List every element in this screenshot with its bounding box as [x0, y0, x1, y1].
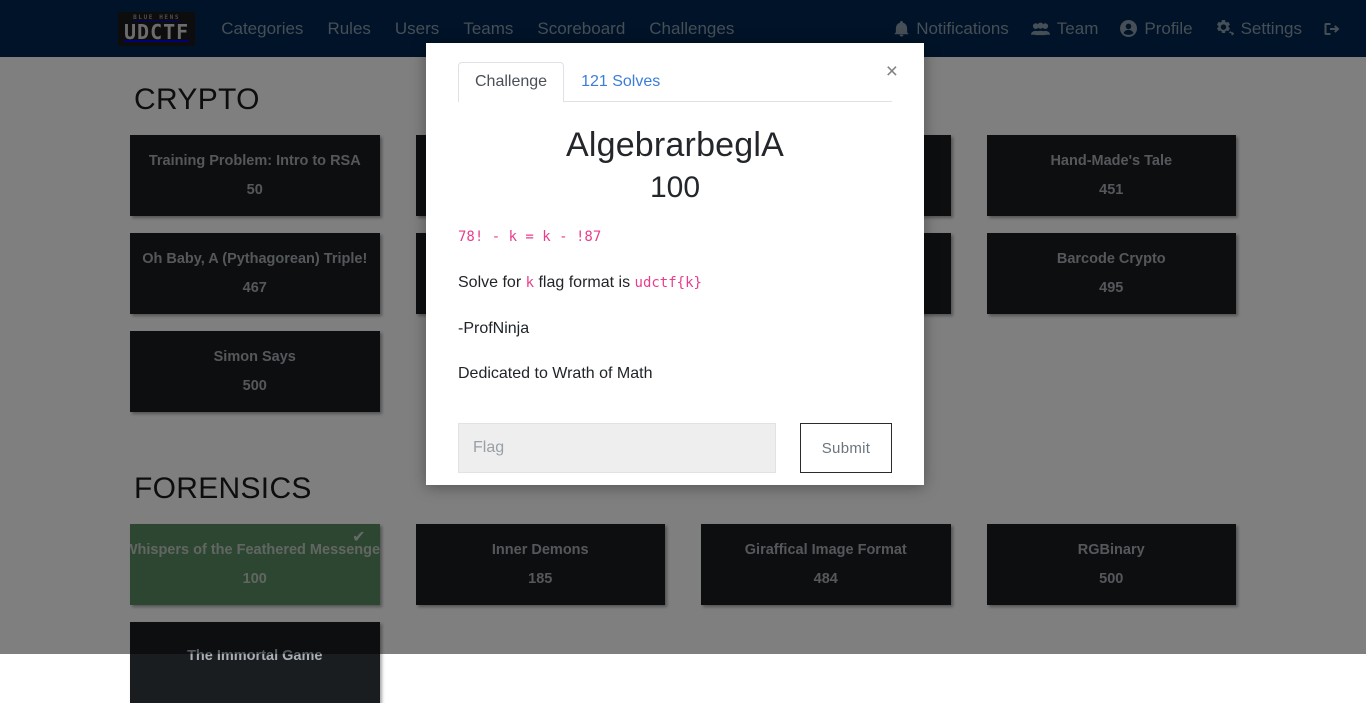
tab-challenge[interactable]: Challenge — [458, 62, 565, 102]
close-icon[interactable]: × — [878, 57, 906, 86]
description-dedication-line: Dedicated to Wrath of Math — [458, 365, 653, 383]
solve-prefix: Solve for — [458, 273, 526, 291]
flag-input[interactable] — [458, 423, 776, 474]
description-equation-line: 78! - k = k - !87 — [458, 227, 892, 248]
challenge-modal-points: 100 — [649, 171, 701, 204]
solve-middle: flag format is — [534, 273, 635, 291]
tab-solves[interactable]: 121 Solves — [564, 62, 677, 102]
variable-code: k — [525, 274, 535, 291]
modal-tabbar: Challenge 121 Solves × — [458, 43, 898, 102]
flag-submit-row: Submit — [458, 423, 892, 474]
challenge-modal-title: AlgebrarbeglA — [565, 126, 785, 164]
equation-code: 78! - k = k - !87 — [458, 229, 602, 245]
description-author-line: -ProfNinja — [458, 319, 530, 337]
flag-format-code: udctf{k} — [634, 274, 702, 291]
description-solve-line: Solve for k flag format is udctf{k} — [458, 273, 892, 294]
challenge-modal: Challenge 121 Solves × AlgebrarbeglA 100… — [426, 43, 924, 485]
submit-button[interactable]: Submit — [800, 423, 892, 474]
challenge-description: 78! - k = k - !87 Solve for k flag forma… — [458, 227, 892, 385]
